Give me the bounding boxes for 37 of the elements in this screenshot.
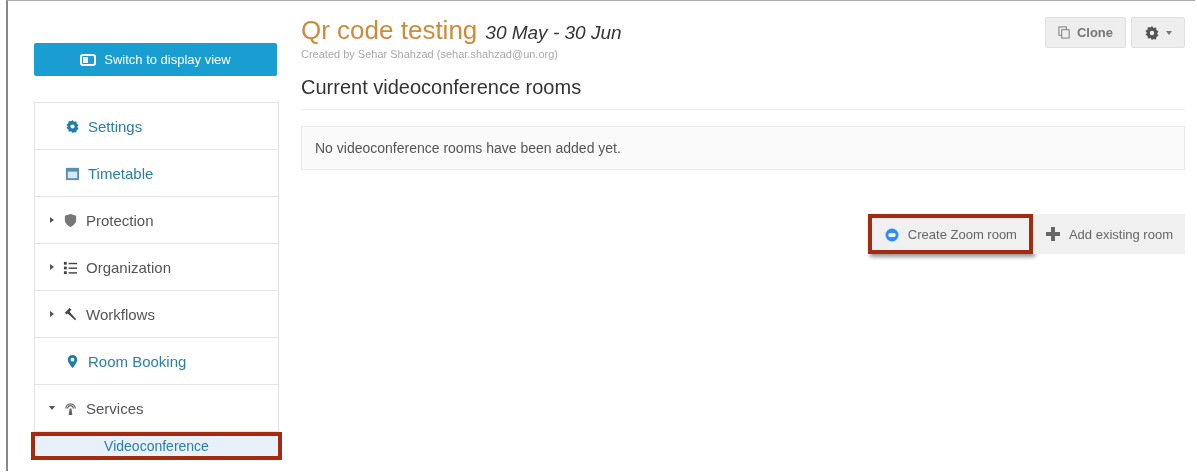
created-by-text: Created by Sehar Shahzad (sehar.shahzad@un.org) xyxy=(301,48,559,60)
shield-icon xyxy=(63,212,78,228)
sidebar-item-label: Protection xyxy=(86,211,154,229)
display-icon xyxy=(80,53,97,66)
sidebar-item-label: Workflows xyxy=(86,305,155,323)
sidebar-item-label: Room Booking xyxy=(88,352,187,370)
calendar-icon xyxy=(65,165,80,181)
plus-icon xyxy=(1044,226,1061,242)
antenna-icon xyxy=(63,400,78,416)
sidebar-item[interactable]: Protection xyxy=(35,197,278,244)
video-camera-icon xyxy=(883,226,900,242)
map-pin-icon xyxy=(65,353,80,369)
create-room-button[interactable]: Create Zoom room xyxy=(867,214,1033,254)
sidebar-item[interactable]: Workflows xyxy=(35,291,278,338)
settings-icon xyxy=(1144,24,1160,41)
gear-icon xyxy=(65,118,80,134)
sidebar-item[interactable]: Settings xyxy=(35,103,278,150)
event-title: Qr code testing xyxy=(301,15,478,46)
sidebar-item[interactable]: Timetable xyxy=(35,150,278,197)
event-dates: 30 May - 30 Jun xyxy=(485,22,622,44)
empty-message: No videoconference rooms have been added yet. xyxy=(301,126,1185,170)
switch-view-button[interactable]: Switch to display view xyxy=(34,43,277,76)
sidebar-item-label: Organization xyxy=(86,258,172,276)
hammer-icon xyxy=(63,306,78,322)
section-heading: Current videoconference rooms xyxy=(301,76,1185,110)
sidebar-item[interactable]: Room Booking xyxy=(35,338,278,385)
sidebar-item-label: Services xyxy=(86,399,144,417)
sidebar-item[interactable]: Organization xyxy=(35,244,278,291)
list-icon xyxy=(63,259,78,275)
add-room-button[interactable]: Add existing room xyxy=(1032,214,1185,254)
sidebar-subitem[interactable]: Videoconference xyxy=(31,432,282,460)
sidebar-item-label: Timetable xyxy=(88,164,154,182)
caret-icon xyxy=(1166,29,1172,36)
copy-icon xyxy=(1057,26,1071,39)
settings-dropdown-button[interactable] xyxy=(1131,17,1185,48)
clone-button[interactable]: Clone xyxy=(1044,17,1126,48)
sidebar-item-label: Settings xyxy=(88,117,143,135)
